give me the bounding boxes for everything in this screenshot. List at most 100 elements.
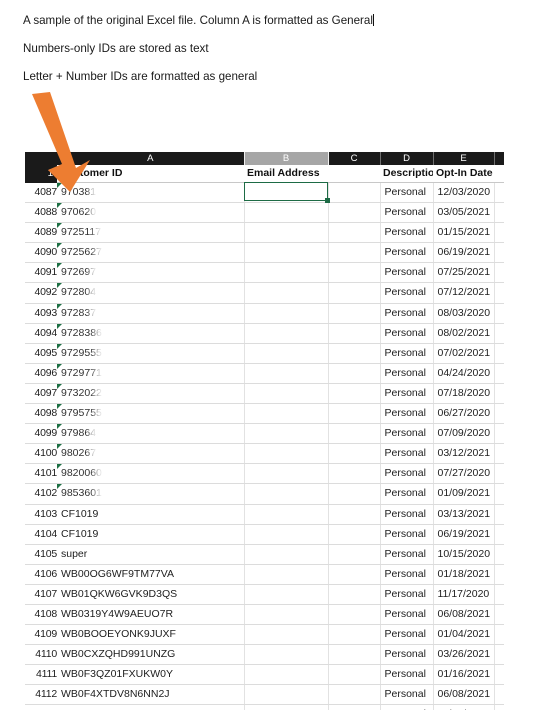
cell-customer-id[interactable]: 9820060: [57, 463, 244, 485]
table-row[interactable]: 4091 972697 Personal 07/25/2021: [25, 262, 504, 284]
table-row[interactable]: 4098 9795755 Personal 06/27/2020: [25, 403, 504, 425]
cell-customer-id[interactable]: CF1019: [57, 504, 244, 525]
row-number[interactable]: 4093: [25, 303, 57, 324]
cell-email-address[interactable]: [243, 624, 328, 646]
cell-email-address[interactable]: [243, 262, 328, 284]
cell-email-address[interactable]: [243, 584, 328, 605]
cell-description[interactable]: Personal: [379, 363, 433, 384]
cell-description[interactable]: Personal: [379, 664, 433, 686]
cell-c[interactable]: [327, 704, 380, 710]
cell-description[interactable]: Personal: [379, 423, 433, 445]
cell-customer-id[interactable]: 970620: [57, 202, 244, 224]
cell-opt-in-date[interactable]: 12/03/2020: [432, 182, 494, 204]
cell-description[interactable]: Personal: [379, 403, 433, 425]
cell-f[interactable]: [493, 282, 504, 304]
cell-description[interactable]: Personal: [379, 544, 433, 565]
cell-c[interactable]: [327, 463, 380, 485]
row-number[interactable]: 4104: [25, 524, 57, 545]
cell-customer-id[interactable]: 979864: [57, 423, 244, 445]
table-row[interactable]: 4092 972804 Personal 07/12/2021: [25, 282, 504, 304]
cell-description[interactable]: Personal: [379, 604, 433, 626]
cell-customer-id[interactable]: 972697: [57, 262, 244, 284]
row-number[interactable]: 4109: [25, 624, 57, 646]
cell-customer-id[interactable]: 9729771: [57, 363, 244, 384]
cell-customer-id[interactable]: 9853601: [57, 483, 244, 505]
cell-opt-in-date[interactable]: 01/04/2021: [432, 624, 494, 646]
table-row[interactable]: 4101 9820060 Personal 07/27/2020: [25, 463, 504, 485]
column-header-f[interactable]: [493, 152, 504, 165]
table-row[interactable]: 4111 WB0F3QZ01FXUKW0Y Personal 01/16/2021: [25, 664, 504, 686]
select-all-corner[interactable]: [25, 152, 57, 165]
cell-opt-in-date[interactable]: 08/03/2020: [432, 303, 494, 324]
cell-f[interactable]: [493, 242, 504, 264]
cell-opt-in-date[interactable]: 03/13/2021: [432, 504, 494, 525]
cell-f[interactable]: [493, 463, 504, 485]
cell-description[interactable]: Personal: [379, 644, 433, 666]
cell-email-address[interactable]: [243, 704, 328, 710]
cell-description[interactable]: Personal: [379, 242, 433, 264]
cell-description[interactable]: Personal: [379, 282, 433, 304]
cell-opt-in-date[interactable]: 01/09/2021: [432, 483, 494, 505]
cell-email-address[interactable]: [243, 483, 328, 505]
table-row[interactable]: 4097 9732022 Personal 07/18/2020: [25, 383, 504, 405]
row-number[interactable]: 4105: [25, 544, 57, 565]
table-row[interactable]: 4109 WB0BOOEYONK9JUXF Personal 01/04/2021: [25, 624, 504, 646]
cell-opt-in-date[interactable]: 07/18/2020: [432, 383, 494, 405]
cell-f[interactable]: [493, 403, 504, 425]
cell-email-address[interactable]: [243, 343, 328, 364]
cell-customer-id[interactable]: WB0JFVZ89PX85MJI: [57, 704, 244, 710]
cell-email-address[interactable]: [243, 182, 328, 204]
row-number[interactable]: 4107: [25, 584, 57, 605]
cell-f[interactable]: [493, 363, 504, 384]
cell-email-address[interactable]: [243, 282, 328, 304]
cell-f[interactable]: [493, 644, 504, 666]
cell-description[interactable]: Personal: [379, 443, 433, 465]
cell-email-address[interactable]: [243, 363, 328, 384]
cell-email-address[interactable]: [243, 202, 328, 224]
table-row[interactable]: 4113WB0JFVZ89PX85MJI Personal11/03/2020: [25, 704, 504, 710]
cell-c[interactable]: [327, 664, 380, 686]
cell-c[interactable]: [327, 242, 380, 264]
cell-description[interactable]: Personal: [379, 524, 433, 545]
header-cell-c[interactable]: [328, 165, 380, 183]
cell-f[interactable]: [493, 182, 504, 204]
cell-f[interactable]: [493, 664, 504, 686]
cell-description[interactable]: Personal: [379, 624, 433, 646]
cell-customer-id[interactable]: WB0BOOEYONK9JUXF: [57, 624, 244, 646]
cell-email-address[interactable]: [243, 544, 328, 565]
cell-f[interactable]: [493, 222, 504, 244]
cell-opt-in-date[interactable]: 03/05/2021: [432, 202, 494, 224]
row-number[interactable]: 4113: [25, 704, 57, 710]
row-number[interactable]: 4111: [25, 664, 57, 686]
cell-email-address[interactable]: [243, 423, 328, 445]
table-row[interactable]: 4088 970620 Personal 03/05/2021: [25, 202, 504, 224]
cell-c[interactable]: [327, 303, 380, 324]
header-cell-f[interactable]: [494, 165, 504, 183]
column-header-c[interactable]: C: [327, 152, 380, 165]
cell-c[interactable]: [327, 544, 380, 565]
cell-customer-id[interactable]: 9725627: [57, 242, 244, 264]
cell-c[interactable]: [327, 383, 380, 405]
cell-customer-id[interactable]: 9732022: [57, 383, 244, 405]
cell-description[interactable]: Personal: [379, 303, 433, 324]
cell-f[interactable]: [493, 704, 504, 710]
column-header-b[interactable]: B: [243, 152, 329, 165]
cell-description[interactable]: Personal: [379, 483, 433, 505]
table-row[interactable]: 4100 980267 Personal 03/12/2021: [25, 443, 504, 465]
column-header-d[interactable]: D: [379, 152, 433, 165]
cell-opt-in-date[interactable]: 07/09/2020: [432, 423, 494, 445]
cell-opt-in-date[interactable]: 04/24/2020: [432, 363, 494, 384]
cell-f[interactable]: [493, 604, 504, 626]
cell-email-address[interactable]: [243, 383, 328, 405]
cell-opt-in-date[interactable]: 06/19/2021: [432, 242, 494, 264]
cell-c[interactable]: [327, 343, 380, 364]
table-row[interactable]: 4093 972837 Personal 08/03/2020: [25, 303, 504, 324]
cell-opt-in-date[interactable]: 01/15/2021: [432, 222, 494, 244]
cell-c[interactable]: [327, 323, 380, 344]
column-header-a[interactable]: A: [57, 152, 244, 165]
cell-customer-id[interactable]: WB00OG6WF9TM77VA: [57, 564, 244, 585]
row-number[interactable]: 4090: [25, 242, 57, 264]
row-number[interactable]: 4110: [25, 644, 57, 666]
cell-c[interactable]: [327, 182, 380, 204]
cell-customer-id[interactable]: WB0319Y4W9AEUO7R: [57, 604, 244, 626]
